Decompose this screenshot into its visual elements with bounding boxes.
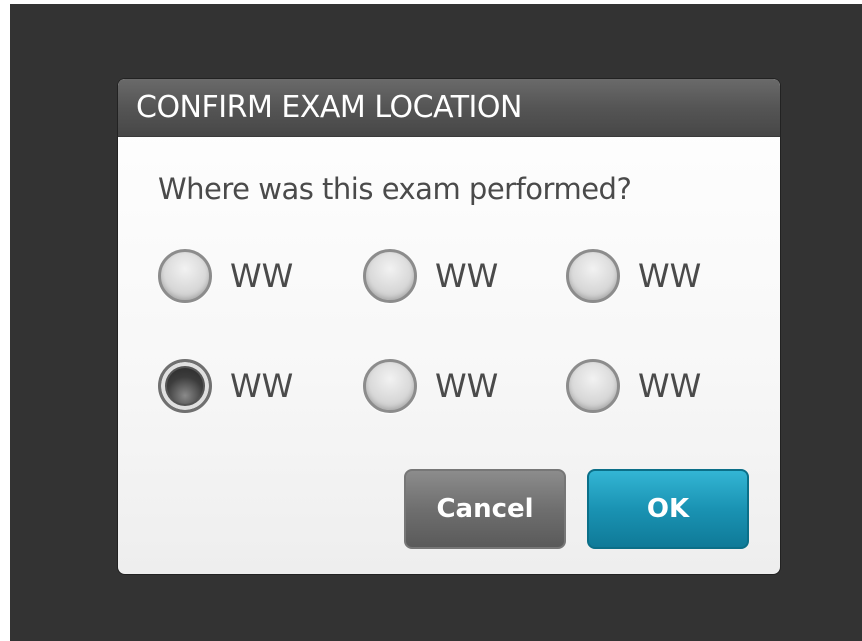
option-label: WW <box>435 367 499 405</box>
radio-button[interactable] <box>566 249 620 303</box>
ok-button[interactable]: OK <box>587 469 749 549</box>
location-option-3[interactable]: WW <box>566 249 701 303</box>
location-option-5[interactable]: WW <box>363 359 498 413</box>
radio-button[interactable] <box>363 249 417 303</box>
location-option-1[interactable]: WW <box>158 249 293 303</box>
location-option-6[interactable]: WW <box>566 359 701 413</box>
confirm-location-dialog: CONFIRM EXAM LOCATION Where was this exa… <box>118 79 780 574</box>
radio-button-selected[interactable] <box>158 359 212 413</box>
location-question: Where was this exam performed? <box>158 172 632 206</box>
radio-button[interactable] <box>158 249 212 303</box>
option-label: WW <box>638 367 702 405</box>
option-label: WW <box>230 257 294 295</box>
option-label: WW <box>230 367 294 405</box>
option-label: WW <box>435 257 499 295</box>
screen-background: CONFIRM EXAM LOCATION Where was this exa… <box>10 4 862 641</box>
cancel-button[interactable]: Cancel <box>404 469 566 549</box>
radio-button[interactable] <box>363 359 417 413</box>
dialog-title-bar: CONFIRM EXAM LOCATION <box>118 79 780 137</box>
location-option-4[interactable]: WW <box>158 359 293 413</box>
option-label: WW <box>638 257 702 295</box>
dialog-title: CONFIRM EXAM LOCATION <box>136 90 522 125</box>
radio-button[interactable] <box>566 359 620 413</box>
location-option-2[interactable]: WW <box>363 249 498 303</box>
